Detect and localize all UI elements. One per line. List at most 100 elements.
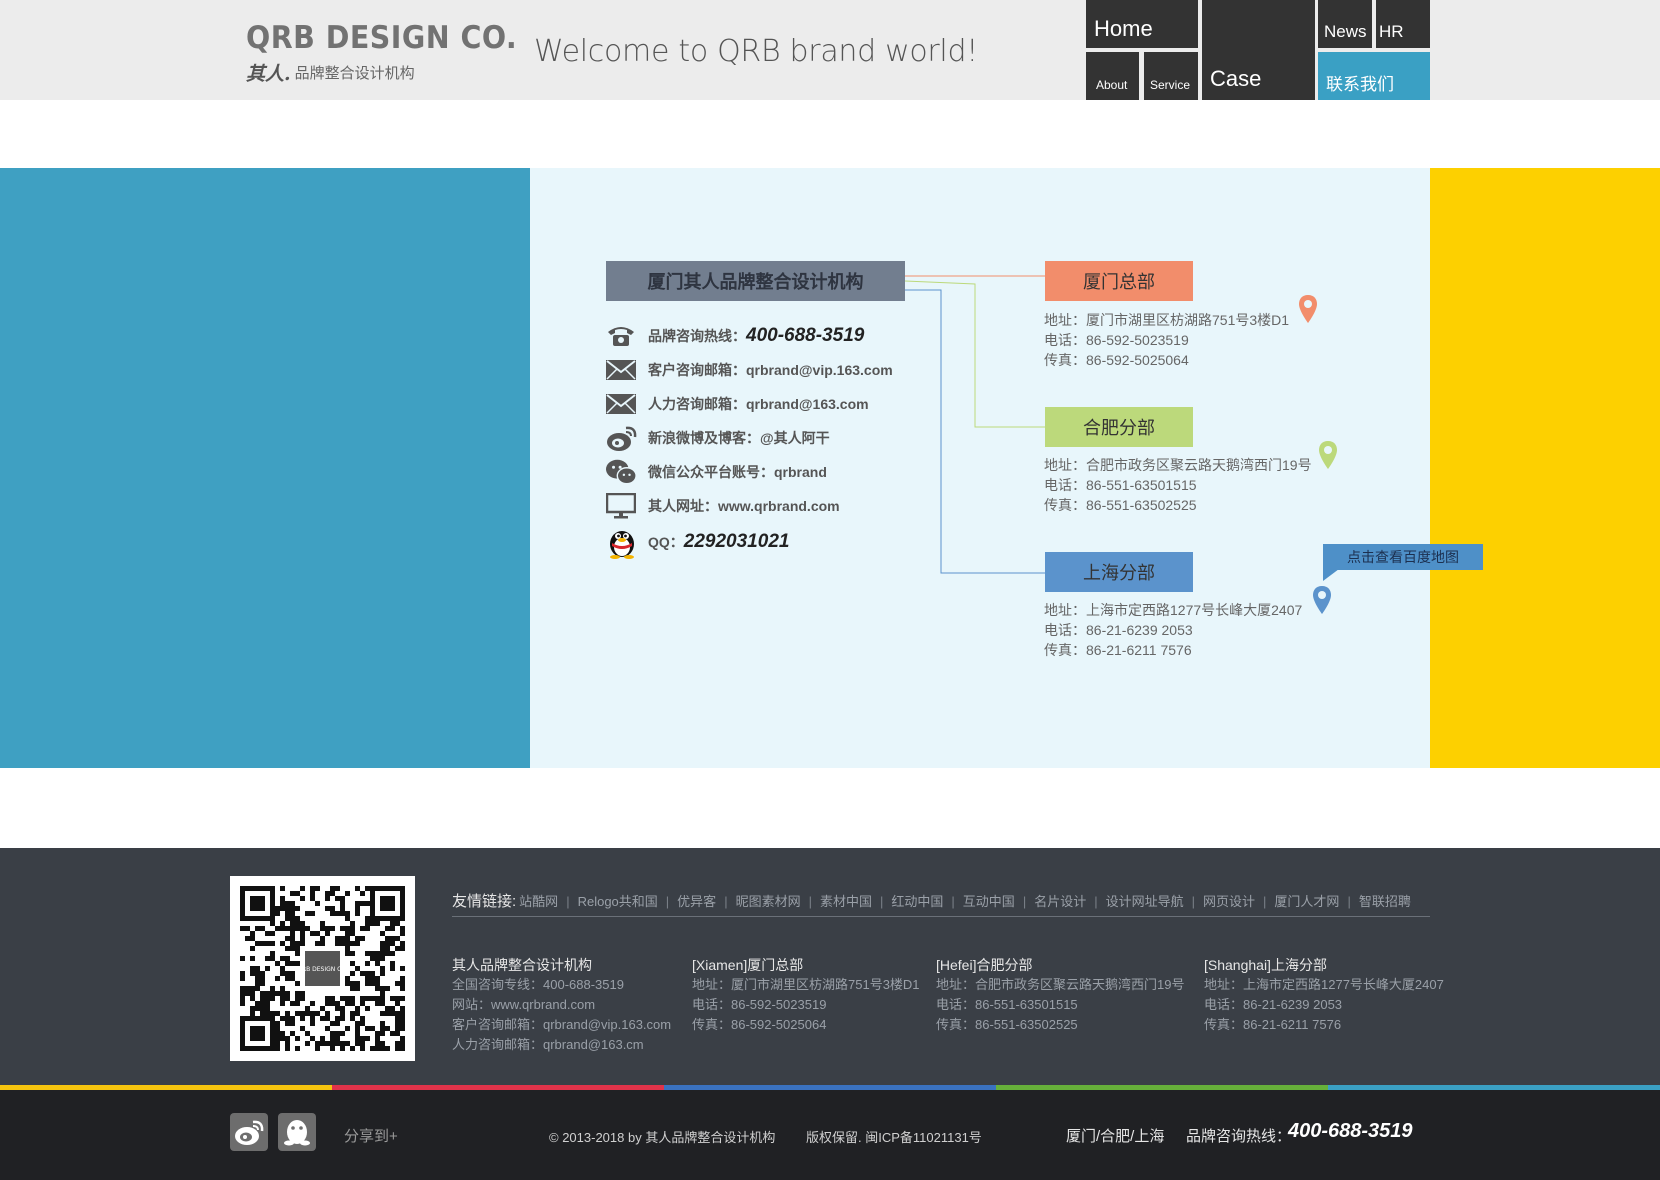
qq-icon — [284, 1120, 310, 1146]
hotline-number: 400-688-3519 — [746, 325, 865, 346]
wechat-row: 微信公众平台账号：qrbrand — [606, 457, 827, 487]
branch-xiamen-address: 地址：厦门市湖里区枋湖路751号3楼D1 — [1044, 312, 1290, 328]
footer-org-line: 全国咨询专线：400-688-3519 — [452, 977, 624, 992]
friend-link[interactable]: 优异客 — [677, 894, 716, 909]
footer-org-line[interactable]: 人力咨询邮箱：qrbrand@163.cm — [452, 1035, 671, 1055]
footer-col-shanghai: [Shanghai]上海分部 地址：上海市定西路1277号长峰大厦2407 电话… — [1204, 955, 1444, 1035]
cities-text: 厦门/合肥/上海 — [1066, 1128, 1165, 1145]
footer-col-org: 其人品牌整合设计机构 全国咨询专线：400-688-3519 网站：www.qr… — [452, 955, 671, 1055]
link-separator: | — [1263, 893, 1267, 909]
branch-hefei-info: 地址：合肥市政务区聚云路天鹅湾西门19号 电话：86-551-63501515 … — [1044, 455, 1312, 515]
footer-xiamen-line: 地址：厦门市湖里区枋湖路751号3楼D1 — [692, 977, 920, 992]
footer-org-line[interactable]: 客户咨询邮箱：qrbrand@vip.163.com — [452, 1015, 671, 1035]
footer-hefei-title: [Hefei]合肥分部 — [936, 957, 1033, 973]
footer-xiamen-line: 电话：86-592-5023519 — [692, 997, 827, 1012]
footer-hefei-line: 传真：86-551-63502525 — [936, 1017, 1078, 1032]
friend-link[interactable]: 互动中国 — [963, 894, 1015, 909]
share-weibo-button[interactable] — [230, 1113, 268, 1151]
branch-xiamen-fax: 传真：86-592-5025064 — [1044, 352, 1189, 368]
branch-shanghai-info: 地址：上海市定西路1277号长峰大厦2407 电话：86-21-6239 205… — [1044, 600, 1302, 660]
footer-xiamen-title: [Xiamen]厦门总部 — [692, 957, 804, 973]
bottom-hotline-number: 400-688-3519 — [1288, 1120, 1413, 1142]
envelope-icon — [606, 355, 638, 385]
branch-hefei-phone: 电话：86-551-63501515 — [1044, 477, 1197, 493]
friend-link[interactable]: 红动中国 — [891, 894, 943, 909]
branch-hefei-fax: 传真：86-551-63502525 — [1044, 497, 1197, 513]
icp-text[interactable]: 版权保留. 闽ICP备11021131号 — [806, 1127, 982, 1146]
map-pin-icon[interactable] — [1318, 440, 1338, 470]
hotline-row: 品牌咨询热线：400-688-3519 — [606, 321, 864, 351]
branch-shanghai-phone: 电话：86-21-6239 2053 — [1044, 622, 1193, 638]
weibo-row: 新浪微博及博客：@其人阿干 — [606, 423, 830, 453]
link-separator: | — [566, 893, 570, 909]
qr-code: QRB DESIGN CO. — [230, 876, 415, 1061]
friend-links-list: 站酷网 | Relogo共和国 | 优异客 | 昵图素材网 | 素材中国 | 红动中国 | 互动中国 | 名… — [519, 891, 1411, 910]
friend-link[interactable]: 昵图素材网 — [736, 894, 801, 909]
share-qq-button[interactable] — [278, 1113, 316, 1151]
footer-divider — [452, 916, 1430, 917]
footer-hefei-line: 电话：86-551-63501515 — [936, 997, 1078, 1012]
envelope-icon — [606, 389, 638, 419]
baidu-map-link[interactable]: 点击查看百度地图 — [1323, 544, 1483, 570]
client-email-row: 客户咨询邮箱：qrbrand@vip.163.com — [606, 355, 893, 385]
link-separator: | — [808, 893, 812, 909]
qr-code-image: QRB DESIGN CO. — [240, 886, 405, 1051]
link-separator: | — [951, 893, 955, 909]
bottom-hotline-label: 品牌咨询热线： — [1186, 1128, 1292, 1145]
footer-shanghai-line: 地址：上海市定西路1277号长峰大厦2407 — [1204, 977, 1444, 992]
weibo-icon — [235, 1120, 264, 1145]
map-pin-icon[interactable] — [1312, 585, 1332, 615]
monitor-icon — [606, 491, 638, 521]
branch-hefei-address: 地址：合肥市政务区聚云路天鹅湾西门19号 — [1044, 457, 1312, 473]
friend-link[interactable]: 网页设计 — [1203, 894, 1255, 909]
link-separator: | — [724, 893, 728, 909]
friend-link[interactable]: 设计网址导航 — [1106, 894, 1184, 909]
footer-shanghai-title: [Shanghai]上海分部 — [1204, 957, 1327, 973]
link-separator: | — [1094, 893, 1098, 909]
friend-links-label: 友情链接: — [452, 892, 517, 910]
link-separator: | — [1191, 893, 1196, 909]
share-label[interactable]: 分享到+ — [344, 1125, 398, 1146]
org-title: 厦门其人品牌整合设计机构 — [606, 261, 905, 301]
branch-shanghai-address: 地址：上海市定西路1277号长峰大厦2407 — [1044, 602, 1303, 618]
branch-xiamen-phone: 电话：86-592-5023519 — [1044, 332, 1189, 348]
friend-link[interactable]: 智联招聘 — [1359, 894, 1411, 909]
friend-links: 友情链接: 站酷网 | Relogo共和国 | 优异客 | 昵图素材网 | 素材中国 | 红动中国 |… — [452, 888, 1411, 912]
link-separator: | — [665, 893, 670, 909]
footer-col-hefei: [Hefei]合肥分部 地址：合肥市政务区聚云路天鹅湾西门19号 电话：86-5… — [936, 955, 1184, 1035]
footer-col-xiamen: [Xiamen]厦门总部 地址：厦门市湖里区枋湖路751号3楼D1 电话：86-… — [692, 955, 920, 1035]
link-separator: | — [1022, 893, 1027, 909]
friend-link[interactable]: 名片设计 — [1034, 894, 1086, 909]
branch-hefei-tag: 合肥分部 — [1045, 407, 1193, 447]
map-pin-icon[interactable] — [1298, 294, 1318, 324]
branch-xiamen-info: 地址：厦门市湖里区枋湖路751号3楼D1 电话：86-592-5023519 传… — [1044, 310, 1289, 370]
qq-number[interactable]: 2292031021 — [684, 531, 790, 552]
footer-org-title: 其人品牌整合设计机构 — [452, 957, 592, 973]
hotline-label: 品牌咨询热线： — [648, 328, 746, 344]
qq-label: QQ： — [648, 534, 684, 550]
friend-link[interactable]: 厦门人才网 — [1274, 894, 1339, 909]
qq-penguin-icon — [606, 525, 638, 559]
footer-xiamen-line: 传真：86-592-5025064 — [692, 1017, 827, 1032]
website-link[interactable]: 其人网址：www.qrbrand.com — [648, 496, 840, 516]
wechat-account[interactable]: 微信公众平台账号：qrbrand — [648, 462, 827, 482]
copyright-text: © 2013-2018 by 其人品牌整合设计机构 — [549, 1130, 776, 1145]
footer-hefei-line: 地址：合肥市政务区聚云路天鹅湾西门19号 — [936, 977, 1185, 992]
weibo-icon — [606, 423, 638, 453]
friend-link[interactable]: 素材中国 — [820, 894, 872, 909]
client-email[interactable]: 客户咨询邮箱：qrbrand@vip.163.com — [648, 360, 893, 380]
link-separator: | — [880, 893, 884, 909]
qq-row: QQ：2292031021 — [606, 525, 789, 559]
map-callout-tail — [1323, 569, 1339, 581]
footer-shanghai-line: 电话：86-21-6239 2053 — [1204, 997, 1343, 1012]
branch-xiamen-tag: 厦门总部 — [1045, 261, 1193, 301]
friend-link[interactable]: Relogo共和国 — [578, 894, 658, 909]
footer-org-line[interactable]: 网站：www.qrbrand.com — [452, 995, 671, 1015]
website-row: 其人网址：www.qrbrand.com — [606, 491, 840, 521]
hr-email-row: 人力咨询邮箱：qrbrand@163.com — [606, 389, 869, 419]
branch-shanghai-tag: 上海分部 — [1045, 552, 1193, 592]
weibo-account[interactable]: 新浪微博及博客：@其人阿干 — [648, 428, 830, 448]
friend-link[interactable]: 站酷网 — [519, 894, 558, 909]
phone-icon — [606, 321, 638, 351]
hr-email[interactable]: 人力咨询邮箱：qrbrand@163.com — [648, 394, 869, 414]
